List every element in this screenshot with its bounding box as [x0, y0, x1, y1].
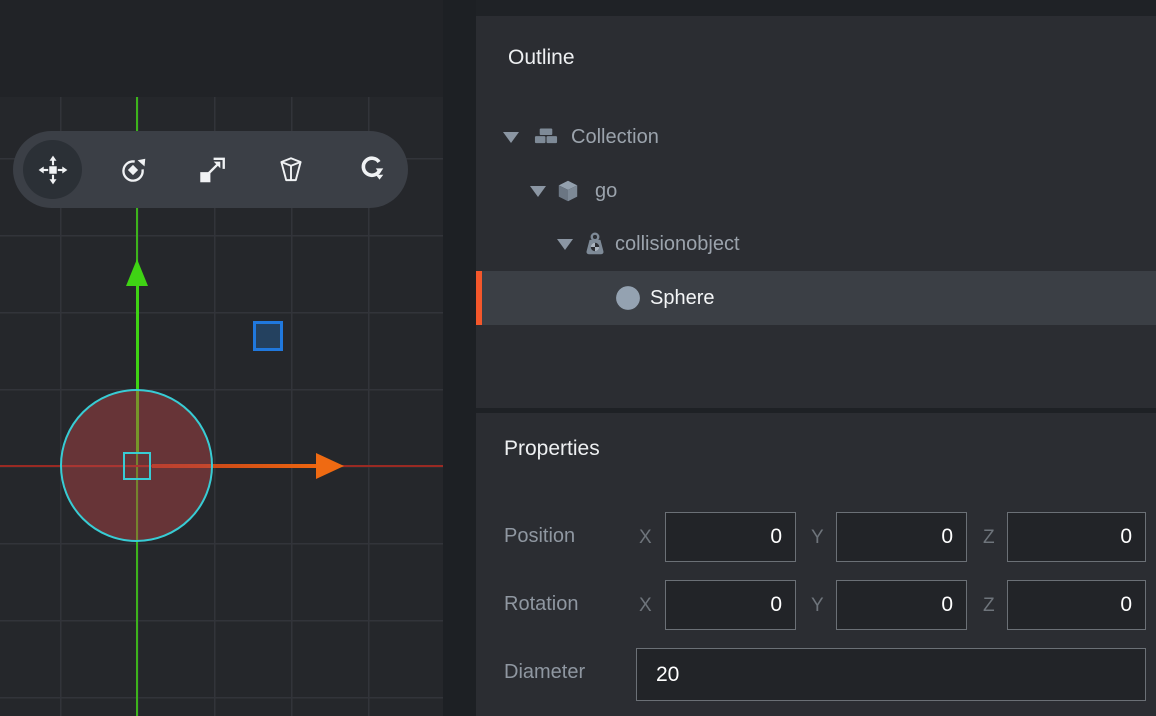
rotation-z-axis-label: Z [983, 595, 995, 617]
move-gizmo-y-arrowhead[interactable] [126, 259, 148, 286]
scene-viewport[interactable] [0, 97, 443, 716]
perspective-camera-icon [275, 154, 307, 186]
position-label: Position [504, 525, 575, 548]
scale-tool-button[interactable] [183, 140, 242, 199]
move-tool-button[interactable] [23, 140, 82, 199]
position-y-input[interactable] [836, 512, 967, 562]
viewport-toolbar [13, 131, 408, 208]
tree-item-collection[interactable]: Collection [476, 110, 1156, 164]
position-x-input[interactable] [665, 512, 796, 562]
outline-panel-title: Outline [508, 46, 575, 70]
diameter-input[interactable] [636, 648, 1146, 701]
scale-tool-icon [196, 154, 228, 186]
tree-item-label: collisionobject [615, 217, 740, 271]
collection-icon [533, 124, 559, 150]
sphere-icon [615, 285, 641, 311]
diameter-label: Diameter [504, 661, 585, 684]
tree-item-go[interactable]: go [476, 164, 1156, 218]
tree-item-collisionobject[interactable]: collisionobject [476, 217, 1156, 271]
right-panel: Outline Collection go collis [476, 0, 1156, 716]
rotation-x-input[interactable] [665, 580, 796, 630]
position-z-input[interactable] [1007, 512, 1146, 562]
collapse-arrow-icon[interactable] [530, 186, 546, 197]
rotate-tool-icon [117, 154, 149, 186]
game-object-icon [555, 178, 581, 204]
properties-panel-title: Properties [504, 437, 600, 461]
rotation-y-input[interactable] [836, 580, 967, 630]
collision-object-icon [582, 231, 608, 257]
selection-accent-bar [476, 271, 482, 325]
rotation-label: Rotation [504, 593, 579, 616]
panel-divider [476, 408, 1156, 413]
rotate-tool-button[interactable] [104, 140, 163, 199]
rotation-x-axis-label: X [639, 595, 652, 617]
move-gizmo-center-handle[interactable] [123, 452, 151, 480]
rotation-y-axis-label: Y [811, 595, 824, 617]
rotation-z-input[interactable] [1007, 580, 1146, 630]
collapse-arrow-icon[interactable] [557, 239, 573, 250]
orbit-camera-button[interactable] [342, 140, 401, 199]
collapse-arrow-icon[interactable] [503, 132, 519, 143]
position-y-axis-label: Y [811, 527, 824, 549]
panel-top-strip [476, 0, 1156, 16]
box-node[interactable] [253, 321, 283, 351]
tree-item-label: Sphere [650, 271, 715, 325]
tree-item-sphere[interactable]: Sphere [476, 271, 1156, 325]
viewport-top-band [0, 0, 443, 97]
perspective-camera-button[interactable] [262, 140, 321, 199]
tree-item-label: go [595, 164, 617, 218]
tree-item-label: Collection [571, 110, 659, 164]
position-z-axis-label: Z [983, 527, 995, 549]
move-gizmo-x-arrowhead[interactable] [316, 453, 344, 479]
orbit-camera-icon [355, 154, 387, 186]
position-x-axis-label: X [639, 527, 652, 549]
move-tool-icon [37, 154, 69, 186]
